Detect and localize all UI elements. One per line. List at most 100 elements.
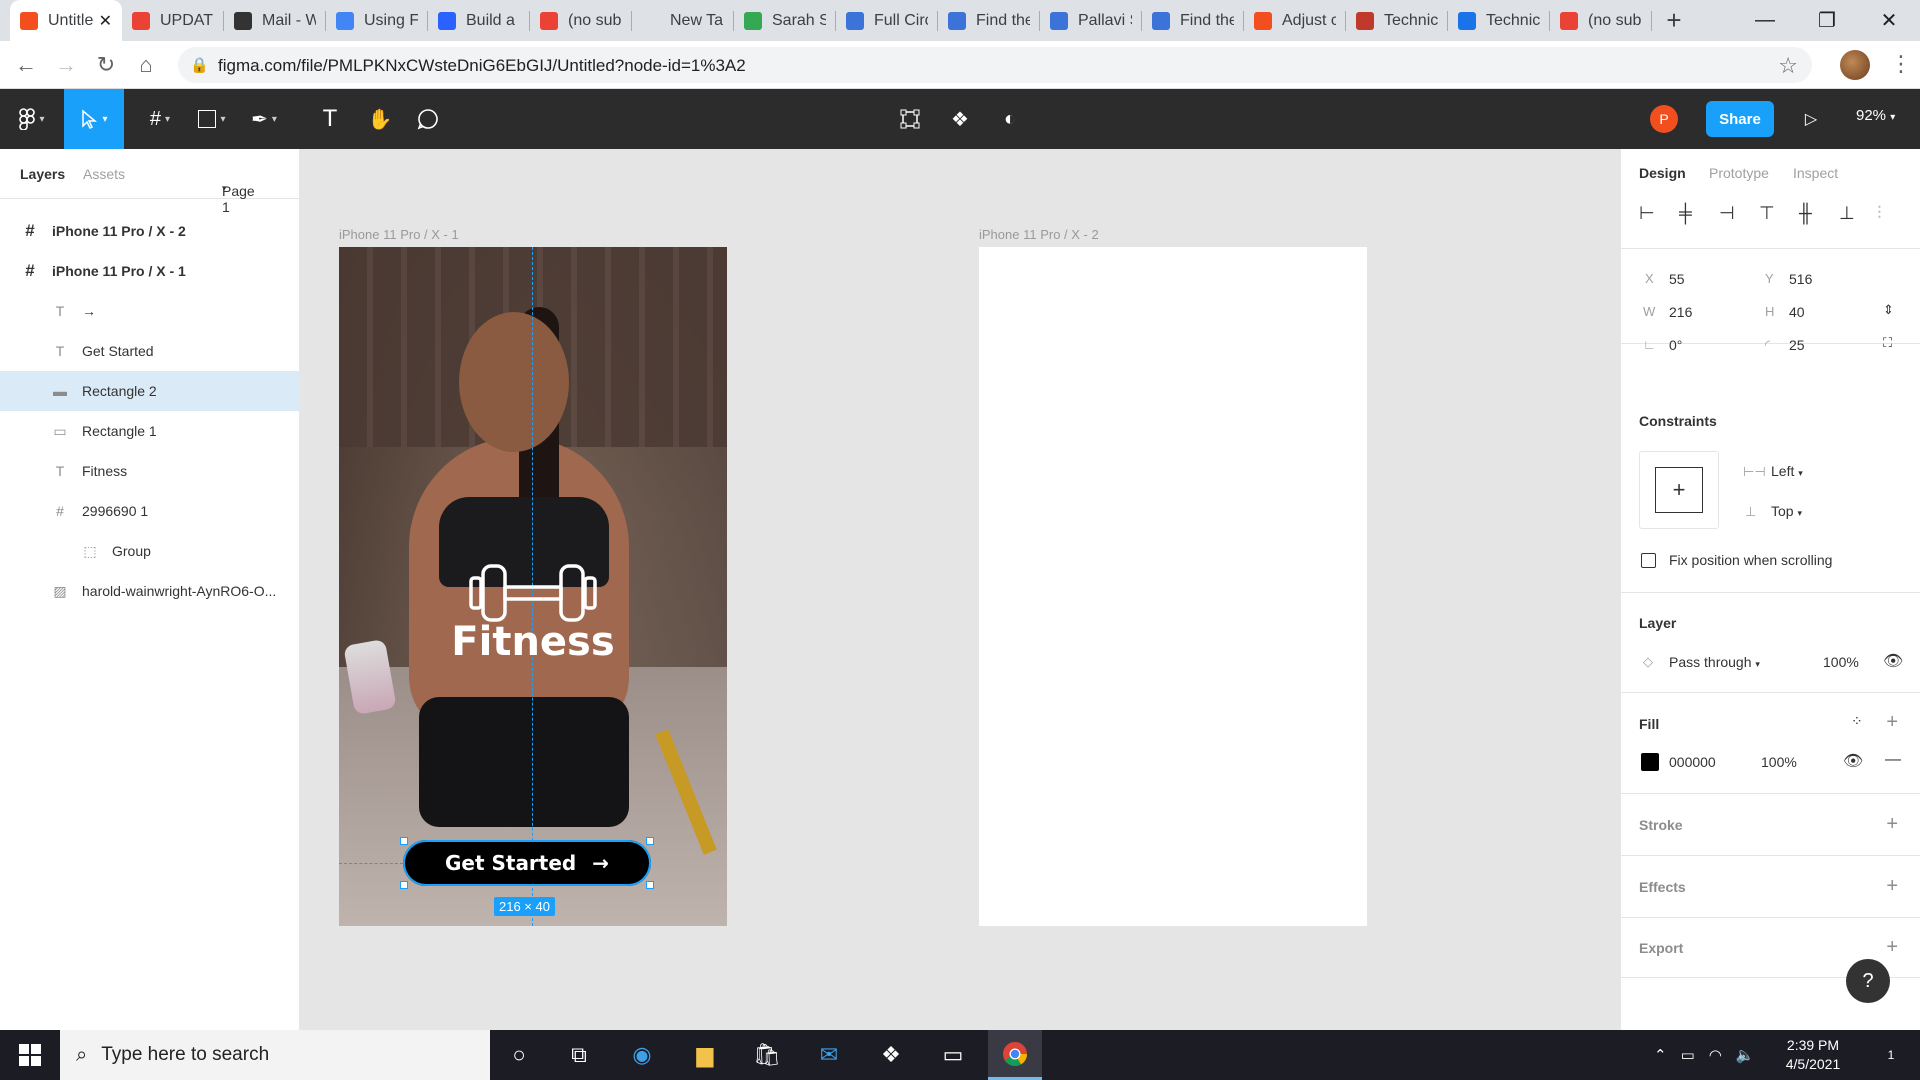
browser-tab[interactable]: Mail - W [224,0,326,41]
layer-row[interactable]: # iPhone 11 Pro / X - 1 [0,251,300,291]
tab-layers[interactable]: Layers [20,166,65,182]
fill-eye-icon[interactable]: 👁 [1843,751,1863,771]
file-explorer-icon[interactable]: ▆ [678,1030,732,1080]
component-edit-button[interactable] [890,89,930,149]
new-tab-button[interactable]: + [1652,0,1696,41]
layer-row[interactable]: T Fitness [0,451,300,491]
iphone-frame-1[interactable]: Fitness Get Started → 216 × 40 [339,247,727,926]
wifi-icon[interactable]: ◠ [1709,1046,1722,1064]
close-tab-icon[interactable]: ✕ [99,11,112,31]
url-text[interactable]: figma.com/file/PMLPKNxCWsteDniG6EbGIJ/Un… [218,56,746,76]
constrain-proportions-icon[interactable]: ⇕ [1883,302,1894,318]
layer-row[interactable]: T Get Started [0,331,300,371]
browser-menu-icon[interactable]: ⋮ [1890,51,1912,77]
fitness-title[interactable]: Fitness [339,619,727,665]
user-avatar[interactable]: P [1650,105,1678,133]
layer-row[interactable]: ▬ Rectangle 2 [0,371,300,411]
align-v-center-icon[interactable]: ╫ [1799,203,1812,224]
amazon-icon[interactable]: ▭ [926,1030,980,1080]
help-button[interactable]: ? [1846,959,1890,1003]
chrome-icon[interactable] [988,1030,1042,1080]
maximize-button[interactable]: ❐ [1796,0,1858,41]
resize-handle-bl[interactable] [400,881,408,889]
browser-tab[interactable]: Pallavi S [1040,0,1142,41]
hand-tool[interactable]: ✋ [360,89,400,149]
close-window-button[interactable]: ✕ [1858,0,1920,41]
comment-tool[interactable] [408,89,448,149]
remove-fill-icon[interactable]: — [1885,751,1901,769]
back-button[interactable]: ← [12,51,40,79]
resize-handle-br[interactable] [646,881,654,889]
text-tool[interactable]: T [310,89,350,149]
taskbar-clock[interactable]: 2:39 PM 4/5/2021 [1768,1036,1858,1074]
browser-tab[interactable]: Using Fi [326,0,428,41]
add-effect-icon[interactable]: + [1886,875,1898,898]
add-fill-icon[interactable]: + [1886,711,1898,734]
w-input[interactable]: 216 [1669,304,1692,320]
browser-tab[interactable]: Technic [1346,0,1448,41]
x-input[interactable]: 55 [1669,271,1685,287]
omnibox[interactable]: 🔒 figma.com/file/PMLPKNxCWsteDniG6EbGIJ/… [178,47,1812,83]
store-icon[interactable]: 🛍 [740,1030,794,1080]
align-right-icon[interactable]: ⊣ [1719,203,1735,224]
layer-row[interactable]: T → [0,291,300,331]
browser-tab[interactable]: (no sub [530,0,632,41]
add-stroke-icon[interactable]: + [1886,813,1898,836]
volume-icon[interactable]: 🔈 [1736,1046,1755,1064]
mask-button[interactable]: ◐ [990,89,1030,149]
add-export-icon[interactable]: + [1886,936,1898,959]
browser-tab[interactable]: Build a [428,0,530,41]
notification-icon[interactable]: 1 [1864,1030,1918,1080]
resize-handle-tl[interactable] [400,837,408,845]
zoom-level[interactable]: 92% ▾ [1856,107,1895,124]
y-input[interactable]: 516 [1789,271,1812,287]
tab-assets[interactable]: Assets [83,166,125,182]
align-top-icon[interactable]: ⊤ [1759,203,1775,224]
constraint-vertical-select[interactable]: Top ▾ [1771,503,1802,519]
share-button[interactable]: Share [1706,101,1774,137]
browser-tab[interactable]: Full Circ [836,0,938,41]
pen-tool[interactable]: ✒ ▾ [240,89,288,149]
battery-icon[interactable]: ▭ [1681,1046,1695,1064]
minimize-button[interactable]: — [1734,0,1796,41]
browser-tab[interactable]: Sarah S [734,0,836,41]
mail-icon[interactable]: ✉ [802,1030,856,1080]
layer-row[interactable]: ▭ Rectangle 1 [0,411,300,451]
home-button[interactable]: ⌂ [132,51,160,79]
browser-tab[interactable]: Untitled ✕ [10,0,122,41]
browser-tab[interactable]: Find the [938,0,1040,41]
layer-opacity-input[interactable]: 100% [1823,654,1859,670]
reload-button[interactable]: ↻ [92,51,120,79]
iphone-frame-2[interactable] [979,247,1367,926]
figma-menu-button[interactable]: ▾ [0,89,64,149]
align-bottom-icon[interactable]: ⊥ [1839,203,1855,224]
browser-tab[interactable]: New Tab [632,0,734,41]
constraint-widget[interactable]: + [1639,451,1719,529]
align-h-center-icon[interactable]: ╪ [1679,203,1692,224]
eye-icon[interactable]: 👁 [1883,651,1903,671]
shape-tool[interactable]: ▾ [188,89,236,149]
h-input[interactable]: 40 [1789,304,1805,320]
taskbar-search[interactable]: ⌕ Type here to search [60,1030,490,1080]
dropbox-icon[interactable]: ❖ [864,1030,918,1080]
bookmark-star-icon[interactable]: ☆ [1778,53,1798,79]
start-button[interactable] [0,1030,60,1080]
task-view-icon[interactable]: ⧉ [552,1030,606,1080]
fill-opacity-input[interactable]: 100% [1761,754,1797,770]
fix-position-checkbox[interactable] [1641,553,1656,568]
edge-icon[interactable]: ◉ [615,1030,669,1080]
browser-tab[interactable]: (no sub [1550,0,1652,41]
tray-icons[interactable]: ⌃ ▭ ◠ 🔈 [1654,1030,1755,1080]
profile-avatar[interactable] [1840,50,1870,80]
align-left-icon[interactable]: ⊢ [1639,203,1655,224]
resize-handle-tr[interactable] [646,837,654,845]
forward-button[interactable]: → [52,51,80,79]
style-grid-icon[interactable]: ⁘ [1851,713,1863,730]
show-hidden-icons[interactable]: ⌃ [1654,1046,1667,1064]
present-button[interactable]: ▷ [1796,89,1826,149]
blend-mode-select[interactable]: Pass through ▾ [1669,654,1760,670]
layer-row[interactable]: # iPhone 11 Pro / X - 2 [0,211,300,251]
frame-tool[interactable]: # ▾ [136,89,184,149]
cortana-icon[interactable]: ○ [492,1030,546,1080]
browser-tab[interactable]: Find the [1142,0,1244,41]
